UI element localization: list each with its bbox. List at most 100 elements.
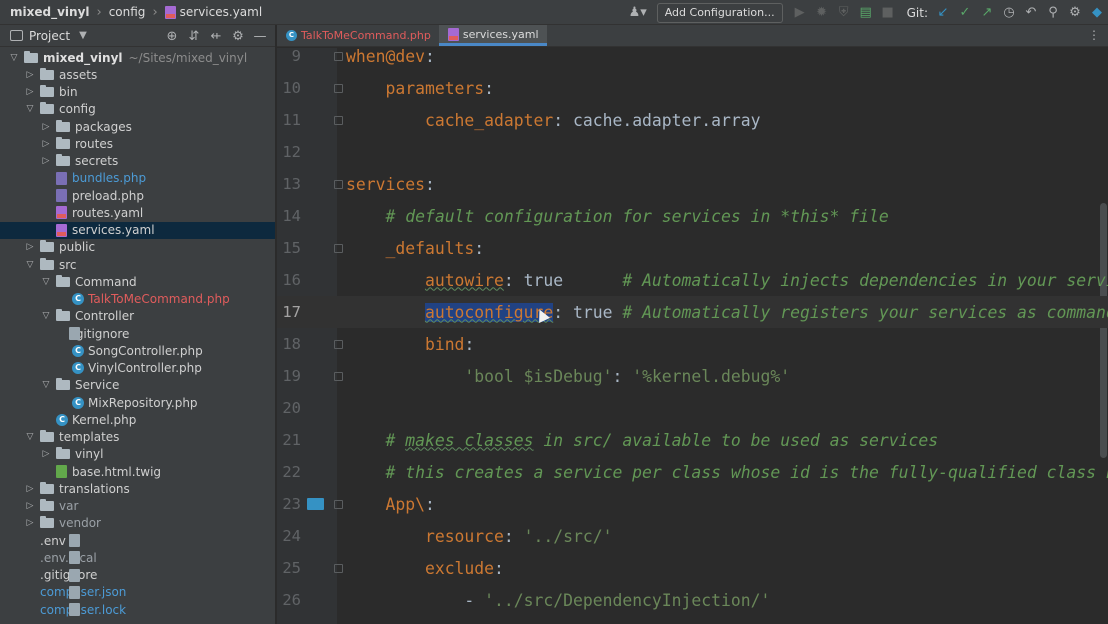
tree-file[interactable]: C VinylController.php [0, 360, 275, 377]
collapse-all-icon[interactable]: ⇷ [205, 29, 227, 44]
code-line[interactable]: 21 # makes classes in src/ available to … [277, 424, 1108, 456]
tree-file[interactable]: .gitignore [0, 325, 275, 342]
tree-file[interactable]: services.yaml [0, 221, 275, 239]
chevron-down-icon[interactable]: ▽ [24, 432, 36, 442]
code-line[interactable]: 24 resource: '../src/' [277, 520, 1108, 552]
code-line[interactable]: 20 [277, 392, 1108, 424]
expand-all-icon[interactable]: ⇵ [183, 29, 205, 44]
fold-marker-icon[interactable] [334, 179, 343, 189]
coverage-icon[interactable]: ⛨ [833, 0, 855, 25]
tree-folder[interactable]: ▽ templates [0, 429, 275, 446]
fold-marker-icon[interactable] [334, 371, 343, 381]
history-icon[interactable]: ◷ [998, 0, 1020, 25]
chevron-down-icon[interactable]: ▽ [24, 260, 36, 270]
tree-folder[interactable]: ▽ Controller [0, 308, 275, 325]
chevron-down-icon[interactable]: ▽ [24, 104, 36, 114]
chevron-down-icon[interactable]: ▽ [40, 311, 52, 321]
tree-folder[interactable]: ▷ routes [0, 135, 275, 152]
code-line[interactable]: 25 exclude: [277, 552, 1108, 584]
git-update-icon[interactable]: ↙ [932, 0, 954, 25]
search-icon[interactable]: ⚲ [1042, 0, 1064, 25]
fold-marker-icon[interactable] [334, 499, 343, 509]
tree-file[interactable]: bundles.php [0, 170, 275, 187]
git-push-icon[interactable]: ↗ [976, 0, 998, 25]
fold-marker-icon[interactable] [334, 115, 343, 125]
tree-folder[interactable]: ▽ config [0, 101, 275, 118]
code-line[interactable]: 19 'bool $isDebug': '%kernel.debug%' [277, 360, 1108, 392]
chevron-down-icon[interactable]: ▽ [40, 277, 52, 287]
tree-file[interactable]: .gitignore [0, 567, 275, 584]
tree-file[interactable]: .env [0, 532, 275, 549]
code-line[interactable]: 17 autoconfigure: true # Automatically r… [277, 296, 1108, 328]
add-configuration-button[interactable]: Add Configuration... [656, 2, 783, 23]
chevron-right-icon[interactable]: ▷ [24, 518, 36, 528]
profile-icon[interactable]: ▤ [855, 0, 877, 25]
code-line[interactable]: 11 cache_adapter: cache.adapter.array [277, 104, 1108, 136]
fold-marker-icon[interactable] [334, 243, 343, 253]
tree-file[interactable]: preload.php [0, 187, 275, 204]
breadcrumb-file[interactable]: services.yaml [180, 5, 263, 19]
code-line[interactable]: 22 # this creates a service per class wh… [277, 456, 1108, 488]
chevron-down-icon[interactable]: ▼ [79, 30, 87, 41]
run-icon[interactable]: ▶ [789, 0, 811, 25]
breadcrumb-config[interactable]: config [109, 5, 146, 19]
tree-file[interactable]: C TalkToMeCommand.php [0, 291, 275, 308]
tree-folder[interactable]: ▷ public [0, 239, 275, 256]
project-panel-title[interactable]: Project [29, 29, 70, 43]
tree-file[interactable]: C MixRepository.php [0, 394, 275, 411]
code-area[interactable]: 9 when@dev: 10 parameters: 11 cache_adapter… [277, 48, 1108, 624]
tree-folder[interactable]: ▷ vinyl [0, 446, 275, 463]
tree-file[interactable]: C Kernel.php [0, 411, 275, 428]
code-line[interactable]: 9 when@dev: [277, 48, 1108, 72]
chevron-right-icon[interactable]: ▷ [40, 449, 52, 459]
tree-file[interactable]: routes.yaml [0, 204, 275, 221]
chevron-right-icon[interactable]: ▷ [24, 70, 36, 80]
debug-icon[interactable]: ✹ [811, 0, 833, 25]
tree-folder[interactable]: ▷ translations [0, 480, 275, 497]
rollback-icon[interactable]: ↶ [1020, 0, 1042, 25]
tree-folder[interactable]: ▷ secrets [0, 153, 275, 170]
code-line[interactable]: 23 App\: [277, 488, 1108, 520]
chevron-down-icon[interactable]: ▽ [8, 53, 20, 63]
stop-icon[interactable]: ■ [877, 0, 899, 25]
more-icon[interactable]: ⋮ [1088, 28, 1100, 42]
jetbrains-logo-icon[interactable]: ◆ [1086, 0, 1108, 25]
fold-marker-icon[interactable] [334, 563, 343, 573]
chevron-right-icon[interactable]: ▷ [24, 501, 36, 511]
code-line[interactable]: 15 _defaults: [277, 232, 1108, 264]
tree-folder[interactable]: ▷ packages [0, 118, 275, 135]
user-dropdown-icon[interactable]: ♟▾ [627, 0, 649, 25]
code-line[interactable]: 16 autowire: true # Automatically inject… [277, 264, 1108, 296]
chevron-right-icon[interactable]: ▷ [24, 484, 36, 494]
chevron-down-icon[interactable]: ▽ [40, 380, 52, 390]
tree-folder[interactable]: ▽ Service [0, 377, 275, 394]
chevron-right-icon[interactable]: ▷ [40, 139, 52, 149]
chevron-right-icon[interactable]: ▷ [40, 156, 52, 166]
fold-marker-icon[interactable] [334, 339, 343, 349]
editor-tab[interactable]: services.yaml [438, 25, 547, 46]
fold-marker-icon[interactable] [334, 51, 343, 61]
tree-file[interactable]: base.html.twig [0, 463, 275, 480]
chevron-right-icon[interactable]: ▷ [24, 242, 36, 252]
locate-icon[interactable]: ⊕ [161, 29, 183, 44]
settings-icon[interactable]: ⚙ [1064, 0, 1086, 25]
code-line[interactable]: 10 parameters: [277, 72, 1108, 104]
tree-file[interactable]: C SongController.php [0, 342, 275, 359]
tree-folder[interactable]: ▷ vendor [0, 515, 275, 532]
chevron-right-icon[interactable]: ▷ [40, 122, 52, 132]
tree-folder[interactable]: ▽ src [0, 256, 275, 273]
tree-folder[interactable]: ▽ mixed_vinyl ~/Sites/mixed_vinyl [0, 49, 275, 66]
tree-folder[interactable]: ▷ var [0, 498, 275, 515]
git-commit-icon[interactable]: ✓ [954, 0, 976, 25]
breadcrumb-project[interactable]: mixed_vinyl [10, 5, 90, 19]
hide-icon[interactable]: — [249, 29, 271, 44]
tree-folder[interactable]: ▷ bin [0, 84, 275, 101]
tree-file[interactable]: composer.json [0, 584, 275, 601]
folder-icon[interactable] [307, 498, 324, 510]
tree-folder[interactable]: ▷ assets [0, 66, 275, 83]
code-line[interactable]: 13 services: [277, 168, 1108, 200]
code-line[interactable]: 12 [277, 136, 1108, 168]
tree-file[interactable]: composer.lock [0, 601, 275, 618]
chevron-right-icon[interactable]: ▷ [24, 87, 36, 97]
code-line[interactable]: 14 # default configuration for services … [277, 200, 1108, 232]
